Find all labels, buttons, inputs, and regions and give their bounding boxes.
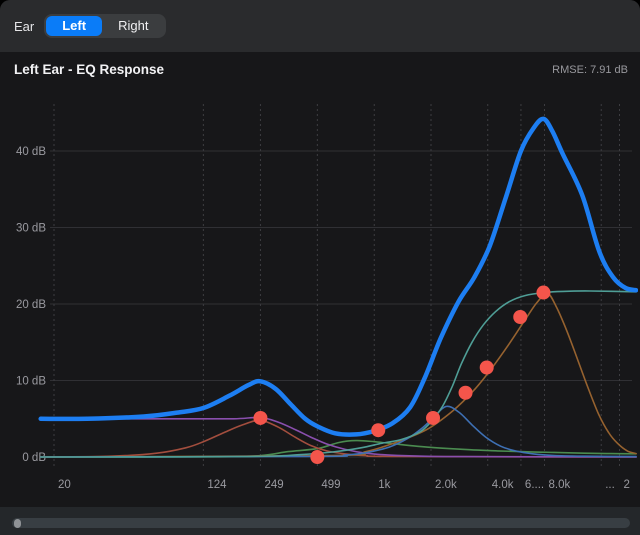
eq-filter-point[interactable] (480, 360, 494, 374)
top-toolbar: Ear Left Right (0, 0, 640, 52)
x-tick-label: 2 (624, 479, 630, 491)
x-tick-label: 20 (58, 479, 71, 491)
eq-filter-point[interactable] (426, 411, 440, 425)
x-tick-label: 4.0k (492, 479, 514, 491)
x-tick-label: 249 (264, 479, 283, 491)
eq-filter-point[interactable] (513, 310, 527, 324)
x-tick-label: 2.0k (435, 479, 457, 491)
eq-app-window: Ear Left Right Left Ear - EQ Response RM… (0, 0, 640, 535)
eq-filter-point[interactable] (536, 286, 550, 300)
y-tick-label: 20 dB (16, 299, 46, 311)
x-tick-label: 124 (207, 479, 227, 491)
zoom-scrollbar-thumb[interactable] (14, 519, 21, 528)
segment-right-button[interactable]: Right (102, 16, 164, 36)
x-tick-label: 6.... (525, 479, 544, 491)
eq-response-chart[interactable]: 0 dB 10 dB 20 dB 30 dB 40 dB 20 124 249 499 1k 2.0… (0, 52, 640, 507)
chart-panel: Left Ear - EQ Response RMSE: 7.91 dB 0 d… (0, 52, 640, 507)
x-tick-label: ... (605, 479, 615, 491)
y-tick-label: 0 dB (22, 452, 46, 464)
x-tick-label: 499 (321, 479, 340, 491)
y-tick-label: 30 dB (16, 223, 46, 235)
bottom-bar (0, 507, 640, 535)
eq-curve-eq-response-sum (41, 119, 636, 435)
eq-filter-point[interactable] (253, 411, 267, 425)
eq-filter-point[interactable] (459, 386, 473, 400)
ear-label: Ear (14, 19, 34, 34)
y-tick-label: 40 dB (16, 146, 46, 158)
y-tick-label: 10 dB (16, 376, 46, 388)
zoom-scrollbar-track[interactable] (12, 518, 630, 528)
x-tick-label: 8.0k (548, 479, 570, 491)
ear-segmented-control[interactable]: Left Right (44, 14, 166, 38)
eq-filter-point[interactable] (371, 423, 385, 437)
x-tick-label: 1k (378, 479, 390, 491)
eq-filter-point[interactable] (310, 450, 324, 464)
segment-left-button[interactable]: Left (46, 16, 102, 36)
